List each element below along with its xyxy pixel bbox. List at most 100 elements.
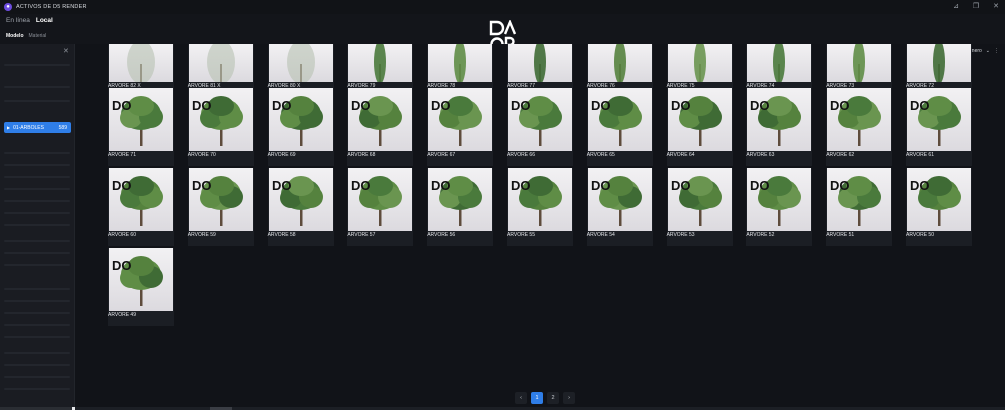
asset-card[interactable]: DO ARVORE 68 [347, 88, 414, 166]
page-2-button[interactable]: 2 [547, 392, 559, 404]
asset-thumbnail: DO [587, 88, 652, 151]
tree-preview-icon: DO [671, 96, 722, 146]
asset-card[interactable]: DO ARVORE 49 [108, 248, 174, 326]
asset-card[interactable]: DO ARVORE 65 [586, 88, 653, 166]
asset-card[interactable]: DO ARVORE 56 [427, 168, 494, 246]
asset-label: ARVORE 55 [507, 232, 535, 238]
asset-card[interactable]: DO ARVORE 58 [267, 168, 334, 246]
sidebar-item[interactable] [4, 212, 70, 214]
asset-label: ARVORE 51 [826, 232, 855, 238]
asset-label: ARVORE 60 [108, 232, 136, 238]
window-title: ACTIVOS DE D5 RENDER [16, 4, 87, 10]
tab-local[interactable]: Local [36, 17, 53, 24]
pin-icon[interactable]: ⊿ [951, 2, 961, 11]
asset-card[interactable]: DO ARVORE 69 [267, 88, 334, 166]
more-options-icon[interactable]: ⋮ [994, 48, 999, 54]
restore-icon[interactable]: ❐ [971, 2, 981, 11]
sidebar-item[interactable] [4, 188, 70, 190]
asset-card[interactable]: DO ARVORE 51 [826, 168, 893, 246]
tree-preview-icon: DO [750, 96, 802, 146]
svg-text:DO: DO [112, 98, 132, 113]
sidebar-item[interactable] [4, 64, 70, 66]
asset-card[interactable]: DO ARVORE 52 [746, 168, 813, 246]
sidebar-item[interactable] [4, 224, 70, 226]
asset-card[interactable]: DO ARVORE 67 [427, 88, 494, 166]
tree-preview-icon: DO [192, 96, 243, 146]
sidebar-item[interactable] [4, 352, 70, 354]
sidebar-item[interactable] [4, 264, 70, 266]
asset-label: ARVORE 65 [586, 152, 615, 158]
asset-thumbnail [907, 44, 971, 82]
sidebar-item[interactable] [4, 86, 70, 88]
asset-label: ARVORE 56 [427, 232, 456, 238]
asset-card[interactable]: DO ARVORE 63 [746, 88, 813, 166]
asset-thumbnail: DO [827, 88, 892, 151]
svg-text:DO: DO [591, 178, 611, 193]
sidebar-item[interactable] [4, 364, 70, 366]
asset-label: ARVORE 61 [906, 152, 934, 158]
asset-card[interactable]: DO ARVORE 66 [507, 88, 573, 166]
svg-text:DO: DO [511, 178, 531, 193]
sidebar-item[interactable] [4, 336, 70, 338]
sidebar-item[interactable] [4, 164, 70, 166]
close-icon[interactable]: ✕ [63, 47, 69, 55]
asset-label: ARVORE 57 [347, 232, 376, 238]
sidebar-item[interactable] [4, 376, 70, 378]
asset-card[interactable]: DO ARVORE 59 [187, 168, 254, 246]
window-controls: ⊿ ❐ ✕ [951, 2, 1001, 11]
category-tabs: Modelo Material [6, 33, 46, 39]
asset-card[interactable]: DO ARVORE 70 [187, 88, 254, 166]
asset-card[interactable]: DO ARVORE 54 [586, 168, 653, 246]
asset-thumbnail: DO [188, 168, 253, 231]
tab-material[interactable]: Material [29, 33, 47, 39]
asset-thumbnail: DO [109, 88, 173, 151]
source-tabs: En línea Local [6, 17, 53, 24]
tree-preview-icon: DO [272, 96, 323, 146]
asset-thumbnail: DO [428, 88, 493, 151]
sidebar-item[interactable] [4, 252, 70, 254]
asset-thumbnail [747, 44, 812, 82]
sidebar-item[interactable] [4, 288, 70, 290]
asset-card[interactable]: DO ARVORE 61 [906, 88, 972, 166]
asset-thumbnail [587, 44, 652, 82]
svg-text:DO: DO [750, 178, 770, 193]
asset-card[interactable]: DO ARVORE 60 [108, 168, 174, 246]
asset-card[interactable]: DO ARVORE 57 [347, 168, 414, 246]
sidebar-item[interactable] [4, 100, 70, 102]
asset-thumbnail: DO [268, 168, 333, 231]
sidebar-item[interactable] [4, 312, 70, 314]
tree-preview-icon: DO [671, 176, 722, 226]
asset-thumbnail: DO [907, 88, 971, 151]
tab-model[interactable]: Modelo [6, 33, 24, 39]
chevron-right-icon[interactable]: › [563, 392, 575, 404]
asset-thumbnail: DO [907, 168, 971, 231]
asset-label: ARVORE 62 [826, 152, 855, 158]
asset-card[interactable]: DO ARVORE 64 [666, 88, 733, 166]
sidebar: ✕ ▶ 01-ARBOLES 589 [0, 44, 75, 410]
asset-card[interactable]: DO ARVORE 71 [108, 88, 174, 166]
tree-preview-icon [933, 44, 945, 82]
sidebar-item[interactable] [4, 200, 70, 202]
tree-preview-icon [206, 44, 235, 82]
sidebar-item[interactable] [4, 300, 70, 302]
asset-card[interactable]: DO ARVORE 62 [826, 88, 893, 166]
sidebar-item-arboles[interactable]: ▶ 01-ARBOLES 589 [4, 122, 71, 133]
chevron-left-icon[interactable]: ‹ [515, 392, 527, 404]
close-icon[interactable]: ✕ [991, 2, 1001, 11]
sidebar-item[interactable] [4, 388, 70, 390]
page-1-button[interactable]: 1 [531, 392, 543, 404]
tree-preview-icon: DO [112, 256, 163, 306]
tab-online[interactable]: En línea [6, 17, 30, 24]
sidebar-item[interactable] [4, 176, 70, 178]
asset-label: ARVORE 58 [267, 232, 296, 238]
svg-text:DO: DO [830, 98, 850, 113]
asset-thumbnail: DO [508, 168, 572, 231]
tree-preview-icon: DO [192, 176, 243, 226]
tree-preview-icon: DO [830, 96, 882, 146]
asset-card[interactable]: DO ARVORE 53 [666, 168, 733, 246]
sidebar-item[interactable] [4, 324, 70, 326]
sidebar-item[interactable] [4, 152, 70, 154]
asset-card[interactable]: DO ARVORE 55 [507, 168, 573, 246]
sidebar-item[interactable] [4, 240, 70, 242]
asset-card[interactable]: DO ARVORE 50 [906, 168, 972, 246]
